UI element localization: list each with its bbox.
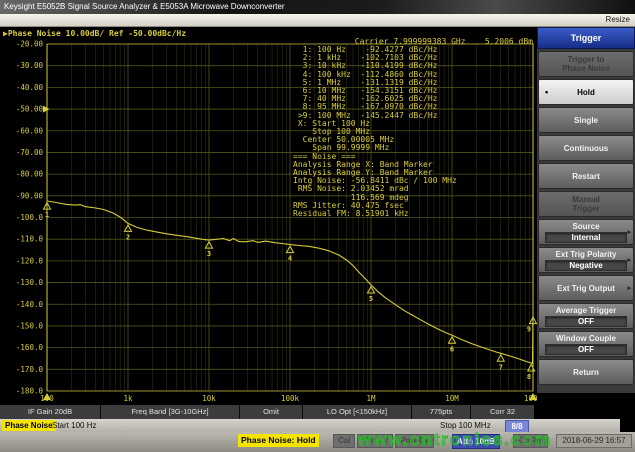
svg-text:-110.0: -110.0 — [16, 235, 44, 244]
analysis-readout-line: Residual FM: 8.51901 kHz — [293, 210, 457, 218]
svg-text:8: 8 — [527, 373, 531, 381]
status-field: LO Opt [<150kHz] — [303, 405, 411, 419]
svg-text:10M: 10M — [445, 394, 459, 403]
submenu-arrow-icon: ▸ — [627, 256, 631, 264]
softkey-single[interactable]: Single — [538, 107, 634, 133]
svg-text:-80.00: -80.00 — [16, 170, 44, 179]
dim-status-badge: Cal — [333, 434, 355, 448]
softkey-continuous[interactable]: Continuous — [538, 135, 634, 161]
menu-bar: Resize — [0, 14, 635, 27]
marker-table: 1: 100 Hz -92.4277 dBc/Hz 2: 1 kHz -102.… — [293, 46, 457, 218]
svg-text:-130.0: -130.0 — [16, 278, 44, 287]
window-title-bar: Keysight E5052B Signal Source Analyzer &… — [0, 0, 635, 14]
window-title: Keysight E5052B Signal Source Analyzer &… — [4, 2, 285, 11]
selected-bullet-icon: • — [545, 87, 548, 97]
softkey-source[interactable]: SourceInternal▸ — [538, 219, 634, 245]
softkey-value: Negative — [545, 260, 627, 271]
softkey-value: OFF — [545, 316, 627, 327]
status-row-settings: IF Gain 20dBFreq Band [3G-10GHz]OmitLO O… — [0, 405, 534, 419]
svg-text:6: 6 — [450, 345, 454, 353]
svg-text:-140.0: -140.0 — [16, 300, 44, 309]
hold-status-badge: Phase Noise: Hold — [238, 434, 319, 447]
svg-text:-100.0: -100.0 — [16, 213, 44, 222]
trace-marker-icon — [528, 365, 535, 372]
svg-text:-170.0: -170.0 — [16, 365, 44, 374]
softkey-restart[interactable]: Restart — [538, 163, 634, 189]
svg-text:-150.0: -150.0 — [16, 321, 44, 330]
resize-button[interactable]: Resize — [606, 14, 630, 26]
svg-text:5: 5 — [369, 295, 373, 303]
svg-text:4: 4 — [288, 255, 292, 263]
svg-text:100k: 100k — [281, 394, 300, 403]
svg-text:-160.0: -160.0 — [16, 343, 44, 352]
softkey-value: OFF — [545, 344, 627, 355]
svg-text:-30.00: -30.00 — [16, 61, 44, 70]
phase-noise-badge: Phase Noise — [2, 420, 56, 431]
status-field: IF Gain 20dB — [0, 405, 100, 419]
svg-text:9: 9 — [527, 326, 531, 334]
svg-text:-70.00: -70.00 — [16, 148, 44, 157]
svg-text:-120.0: -120.0 — [16, 256, 44, 265]
submenu-arrow-icon: ▸ — [627, 284, 631, 292]
softkey-hold[interactable]: •Hold — [538, 79, 634, 105]
watermark: www.cntronics.com — [358, 430, 635, 450]
status-field: Omit — [240, 405, 302, 419]
svg-text:-50.00: -50.00 — [16, 105, 44, 114]
softkey-ext-trig-polarity[interactable]: Ext Trig PolarityNegative▸ — [538, 247, 634, 273]
instrument-screen: Keysight E5052B Signal Source Analyzer &… — [0, 0, 635, 452]
svg-text:1M: 1M — [366, 394, 376, 403]
status-field: Freq Band [3G-10GHz] — [101, 405, 239, 419]
status-field: Corr 32 — [471, 405, 534, 419]
softkey-trigger-to-phase-noise: Trigger toPhase Noise — [538, 51, 634, 77]
status-field: 775pts — [412, 405, 470, 419]
svg-text:-90.00: -90.00 — [16, 191, 44, 200]
softkey-value: Internal — [545, 232, 627, 243]
softkey-average-trigger[interactable]: Average TriggerOFF — [538, 303, 634, 329]
svg-text:1k: 1k — [123, 394, 133, 403]
ref-level-arrow-icon — [43, 106, 50, 113]
softkey-menu-title: Trigger — [537, 27, 635, 49]
softkey-return[interactable]: Return — [538, 359, 634, 385]
svg-text:-40.00: -40.00 — [16, 83, 44, 92]
svg-text:-60.00: -60.00 — [16, 126, 44, 135]
start-frequency-label: Start 100 Hz — [52, 420, 96, 431]
svg-text:2: 2 — [126, 233, 130, 241]
softkey-ext-trig-output[interactable]: Ext Trig Output▸ — [538, 275, 634, 301]
svg-text:-20.00: -20.00 — [16, 40, 44, 49]
submenu-arrow-icon: ▸ — [627, 228, 631, 236]
menu-items: Trigger toPhase Noise•HoldSingleContinuo… — [537, 49, 635, 393]
svg-text:10k: 10k — [202, 394, 216, 403]
softkey-menu: Trigger Trigger toPhase Noise•HoldSingle… — [537, 27, 635, 393]
softkey-window-couple[interactable]: Window CoupleOFF — [538, 331, 634, 357]
svg-text:1: 1 — [45, 211, 49, 219]
softkey-manual-trigger: ManualTrigger — [538, 191, 634, 217]
svg-text:3: 3 — [207, 250, 211, 258]
svg-text:7: 7 — [499, 363, 503, 371]
